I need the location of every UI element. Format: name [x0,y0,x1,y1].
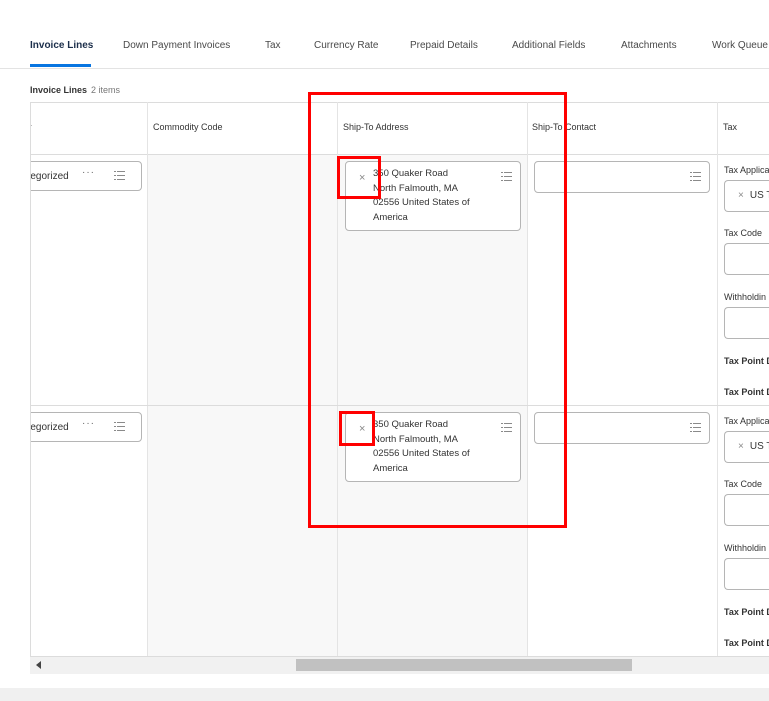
tax-applicability-value: US T [749,441,769,452]
column-divider [337,102,338,662]
tax-point-date-label: Tax Point D [724,387,769,397]
address-line: 02556 United States of [373,197,470,208]
tab-additional-fields[interactable]: Additional Fields [512,40,585,51]
spend-category-value: ategorized [30,422,69,433]
tax-applicability-label: Tax Applica [724,165,769,175]
address-line: America [373,211,408,223]
close-icon[interactable]: × [359,172,365,184]
list-icon[interactable] [114,422,125,431]
tax-code-label: Tax Code [724,479,763,489]
spend-category-input[interactable]: ategorized ··· [30,412,142,442]
tab-prepaid-details[interactable]: Prepaid Details [410,40,478,51]
tax-applicability-label: Tax Applica [724,416,769,426]
footer-bar [0,688,769,701]
close-icon[interactable]: × [738,190,744,201]
scrollbar-thumb[interactable] [296,659,632,671]
tax-point-date-label: Tax Point D [724,356,769,366]
tab-attachments[interactable]: Attachments [621,40,677,51]
close-icon[interactable]: × [738,441,744,452]
ship-to-address-value: 350 Quaker Road North Falmouth, MA 02556… [373,167,498,225]
active-tab-indicator [30,64,91,67]
list-icon[interactable] [114,171,125,180]
invoice-lines-grid: r Commodity Code Ship-To Address Ship-To… [30,102,769,674]
list-icon[interactable] [501,172,512,181]
spend-category-value: ategorized [30,171,69,182]
address-line: 02556 United States of [373,448,470,459]
commodity-column-bg [148,154,337,662]
column-divider [147,102,148,662]
more-icon[interactable]: ··· [82,418,95,429]
list-icon[interactable] [690,423,701,432]
tab-down-payment-invoices[interactable]: Down Payment Invoices [123,40,230,51]
tax-code-input[interactable] [724,494,769,526]
ship-to-address-header: Ship-To Address [343,122,409,132]
tax-header: Tax [723,122,738,132]
withholding-input[interactable] [724,307,769,339]
spend-category-input[interactable]: ategorized ··· [30,161,142,191]
withholding-label: Withholdin [724,543,767,553]
ship-to-address-input[interactable]: × 350 Quaker Road North Falmouth, MA 025… [345,412,521,482]
tax-applicability-value: US T [749,190,769,201]
column-divider [717,102,718,662]
list-icon[interactable] [690,172,701,181]
column-divider [527,102,528,662]
address-line: 350 Quaker Road [373,168,448,179]
withholding-label: Withholdin [724,292,767,302]
ship-to-address-input[interactable]: × 350 Quaker Road North Falmouth, MA 025… [345,161,521,231]
list-icon[interactable] [501,423,512,432]
commodity-code-header: Commodity Code [153,122,223,132]
tab-work-queue[interactable]: Work Queue [712,40,768,51]
tab-currency-rate[interactable]: Currency Rate [314,40,378,51]
ship-to-contact-input[interactable] [534,412,710,444]
tax-point-date-label: Tax Point D [724,638,769,648]
row-divider [31,405,769,406]
ship-to-address-value: 350 Quaker Road North Falmouth, MA 02556… [373,418,498,476]
ship-to-contact-input[interactable] [534,161,710,193]
tab-bar: Invoice Lines Down Payment Invoices Tax … [0,0,769,69]
address-line: America [373,462,408,474]
tax-applicability-input[interactable]: × US T [724,180,769,212]
withholding-input[interactable] [724,558,769,590]
item-count: 2 items [91,85,121,95]
address-line: 350 Quaker Road [373,419,448,430]
section-title-text: Invoice Lines [30,85,88,95]
tax-applicability-input[interactable]: × US T [724,431,769,463]
tax-point-date-label: Tax Point D [724,607,769,617]
tax-applicability-chip: × US T [738,190,769,201]
section-title: Invoice Lines 2 items [30,85,120,95]
tab-tax[interactable]: Tax [265,40,281,51]
close-icon[interactable]: × [359,423,365,435]
more-icon[interactable]: ··· [82,167,95,178]
scroll-left-icon[interactable] [36,661,41,669]
horizontal-scrollbar[interactable] [30,656,769,674]
spend-category-header: r [31,122,32,132]
ship-to-contact-header: Ship-To Contact [532,122,597,132]
tax-applicability-chip: × US T [738,441,769,452]
tab-invoice-lines[interactable]: Invoice Lines [30,40,93,51]
address-line: North Falmouth, MA [373,182,458,194]
address-line: North Falmouth, MA [373,433,458,445]
grid-header: r Commodity Code Ship-To Address Ship-To… [31,102,769,155]
tax-code-input[interactable] [724,243,769,275]
tax-code-label: Tax Code [724,228,763,238]
